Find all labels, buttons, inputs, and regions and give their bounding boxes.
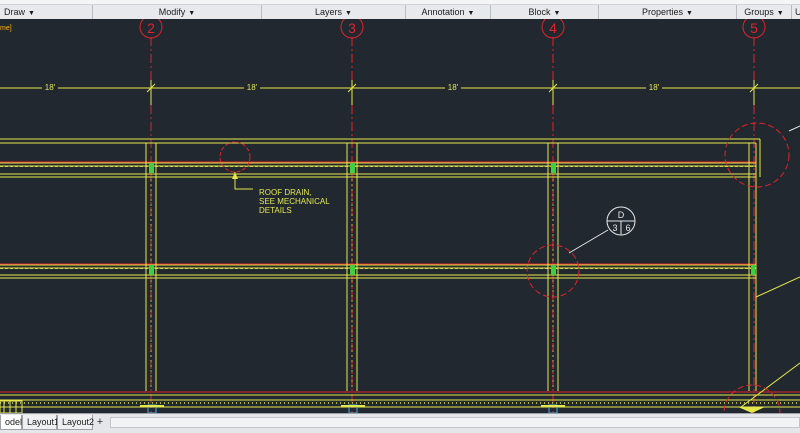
dimension-text: 18' <box>649 83 660 92</box>
panel-groups[interactable]: Groups ▼ <box>737 5 792 19</box>
panel-modify-label: Modify <box>158 7 186 17</box>
panel-block-label: Block <box>528 7 551 17</box>
panel-annotation-label: Annotation <box>421 7 465 17</box>
grid-bubble-label-5: 5 <box>750 20 758 36</box>
detail-callout-sheet: 6 <box>625 223 630 233</box>
layout-tab-bar: odel Layout1 Layout2 + <box>0 413 800 433</box>
tab-layout2[interactable]: Layout2 <box>57 415 95 430</box>
chevron-down-icon: ▼ <box>467 10 475 17</box>
chevron-down-icon: ▼ <box>686 10 693 17</box>
panel-layers[interactable]: Layers ▼ <box>262 5 406 19</box>
drawing-canvas[interactable]: me] 2 3 4 5 18' 18' 18' 18' ROOF DRAIN, … <box>0 19 800 413</box>
grid-bubble-label-4: 4 <box>549 20 557 36</box>
panel-properties-label: Properties <box>642 7 684 17</box>
panel-block[interactable]: Block ▼ <box>491 5 599 19</box>
chevron-down-icon: ▼ <box>345 10 352 17</box>
horizontal-scrollbar[interactable] <box>110 417 800 428</box>
tab-layout1[interactable]: Layout1 <box>22 415 60 430</box>
panel-utilities[interactable]: U <box>792 5 800 19</box>
roof-drain-note-line: DETAILS <box>259 206 292 215</box>
dimension-text: 18' <box>448 83 459 92</box>
tab-layout2-label: Layout2 <box>62 417 95 427</box>
canvas-background <box>0 19 800 413</box>
ribbon-panel-bar: Draw ▼ Modify ▼ Layers ▼ Annotation ▼ Block ▼… <box>0 0 800 20</box>
chevron-down-icon: ▼ <box>188 10 196 17</box>
panel-utilities-label: U <box>795 7 800 17</box>
tab-model-label: odel <box>5 417 23 427</box>
dimension-text: 18' <box>247 83 258 92</box>
detail-callout-number: 3 <box>612 223 617 233</box>
panel-groups-label: Groups <box>744 7 774 17</box>
panel-annotation[interactable]: Annotation ▼ <box>406 5 491 19</box>
roof-drain-note-line: SEE MECHANICAL <box>259 197 330 206</box>
panel-draw[interactable]: Draw ▼ <box>0 5 93 19</box>
panel-draw-label: Draw <box>4 7 26 17</box>
chevron-down-icon: ▼ <box>28 10 35 17</box>
grid-bubble-label-2: 2 <box>147 20 155 36</box>
tab-model[interactable]: odel <box>0 415 22 430</box>
add-layout-icon[interactable]: + <box>93 415 107 430</box>
tab-layout1-label: Layout1 <box>27 417 60 427</box>
chevron-down-icon: ▼ <box>553 10 561 17</box>
panel-layers-label: Layers <box>315 7 343 17</box>
panel-properties[interactable]: Properties ▼ <box>599 5 737 19</box>
grid-bubble-label-3: 3 <box>348 20 356 36</box>
panel-modify[interactable]: Modify ▼ <box>93 5 262 19</box>
dimension-text: 18' <box>45 83 56 92</box>
detail-callout-letter: D <box>618 210 625 220</box>
chevron-down-icon: ▼ <box>776 10 784 17</box>
roof-drain-note-line: ROOF DRAIN, <box>259 188 311 197</box>
viewport-label[interactable]: me] <box>0 25 12 32</box>
